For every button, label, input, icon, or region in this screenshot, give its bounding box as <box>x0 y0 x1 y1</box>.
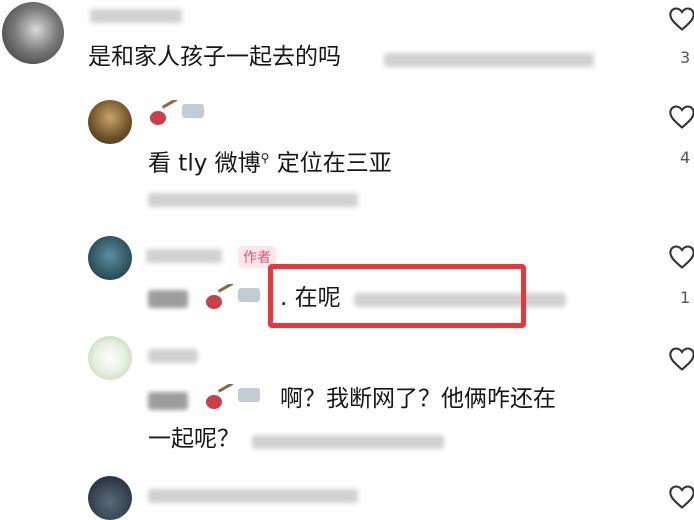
username-blurred[interactable] <box>90 8 182 27</box>
comment-meta-blurred <box>384 52 594 71</box>
comment-text-line2: 一起呢？ <box>148 426 240 452</box>
avatar[interactable] <box>88 100 132 144</box>
comment-prefix-blurred <box>148 290 188 312</box>
like-count: 3 <box>680 48 691 67</box>
comment-text-line1: 啊？我断网了？他俩咋还在 <box>280 386 556 412</box>
username-blurred[interactable] <box>146 248 222 267</box>
heart-outline-icon[interactable] <box>668 104 694 130</box>
heart-outline-icon[interactable] <box>668 244 694 270</box>
guitar-sticker-icon <box>206 284 260 309</box>
avatar[interactable] <box>88 236 132 280</box>
guitar-sticker-icon <box>150 100 204 125</box>
highlight-box <box>268 264 526 328</box>
heart-outline-icon[interactable] <box>668 6 694 32</box>
like-count: 1 <box>680 288 691 307</box>
avatar[interactable] <box>88 476 132 520</box>
comment-text-suffix: 定位在三亚 <box>269 150 392 177</box>
username-blurred[interactable] <box>148 488 358 507</box>
guitar-sticker-icon <box>206 384 260 409</box>
comment-meta-blurred <box>252 434 444 453</box>
comment-prefix-blurred <box>148 392 188 414</box>
username-blurred[interactable] <box>148 348 198 367</box>
comment-text-prefix: 看 tly 微博 <box>148 150 261 177</box>
heart-outline-icon[interactable] <box>668 346 694 372</box>
comment-text: 看 tly 微博⚲ 定位在三亚 <box>148 143 392 179</box>
comment-text: 是和家人孩子一起去的吗 <box>88 44 341 70</box>
comment-meta-blurred <box>148 192 358 211</box>
heart-outline-icon[interactable] <box>668 484 694 510</box>
avatar[interactable] <box>88 336 132 380</box>
like-count: 4 <box>680 148 691 167</box>
avatar[interactable] <box>2 2 64 64</box>
